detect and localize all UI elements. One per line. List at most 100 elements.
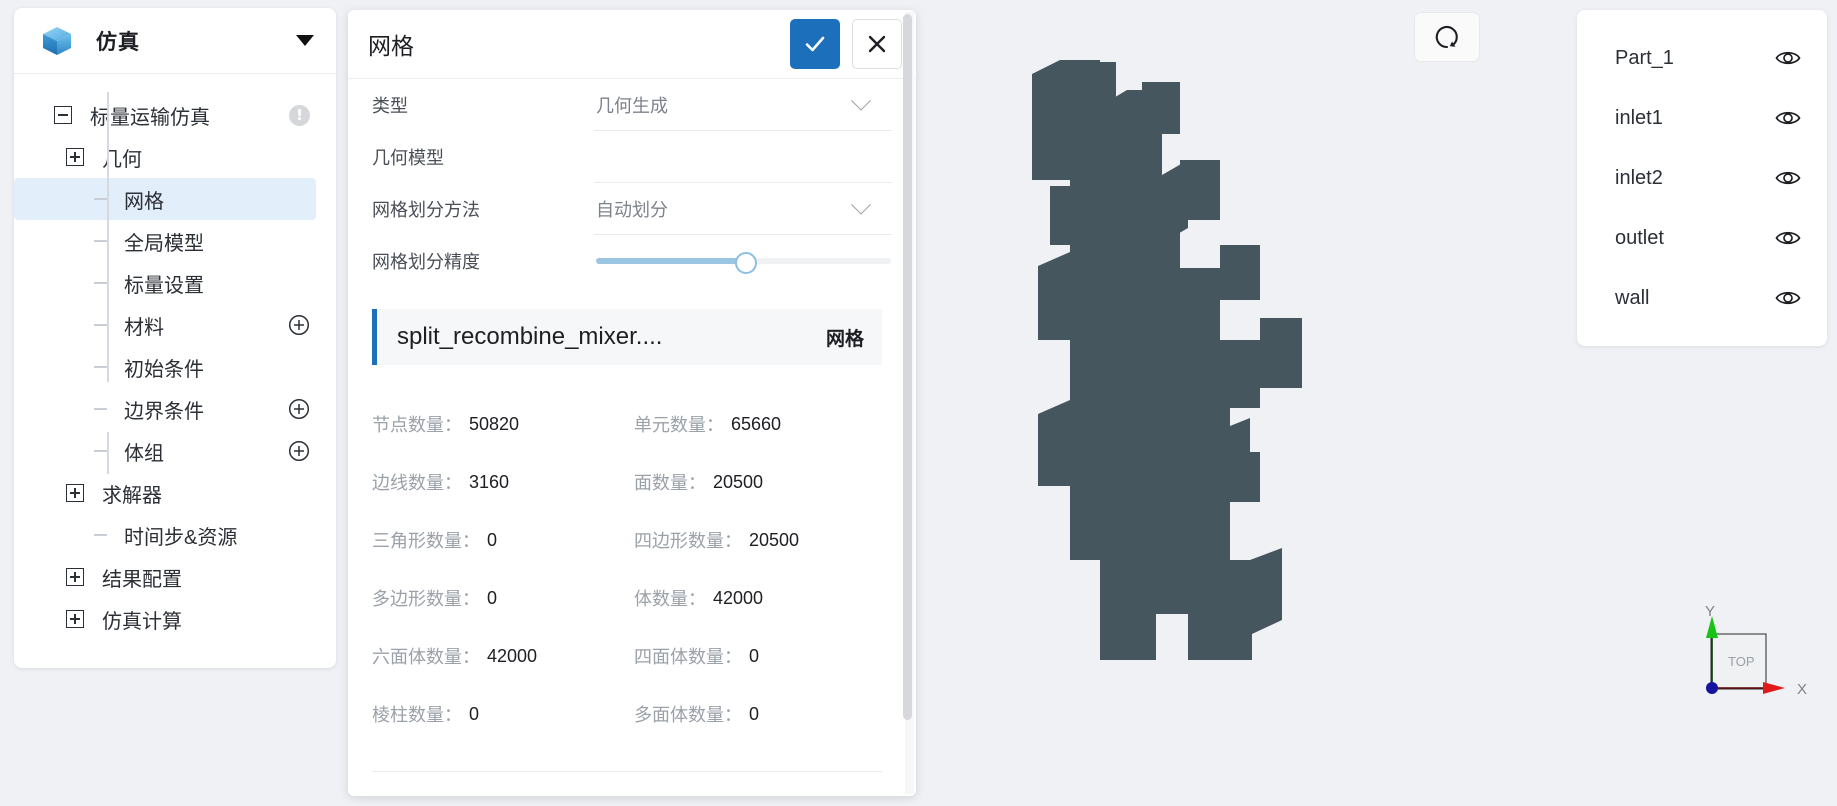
tree-branch-tick: [94, 198, 107, 200]
warning-badge-icon: !: [289, 104, 310, 126]
axis-triad[interactable]: TOP Y X: [1673, 594, 1823, 744]
add-icon[interactable]: [288, 440, 310, 462]
tree-connector-line: [107, 432, 109, 474]
chevron-down-icon[interactable]: [851, 194, 871, 215]
eye-icon[interactable]: [1775, 108, 1801, 128]
stat-value: 42000: [487, 645, 538, 666]
stat-cell-7: 体数量： 42000: [634, 569, 882, 627]
stat-value: 0: [469, 703, 480, 724]
stat-cell-0: 节点数量： 50820: [372, 395, 634, 453]
tree-item-label: 初始条件: [124, 358, 204, 381]
tree-item-4[interactable]: 标量设置: [14, 262, 336, 304]
caret-down-icon[interactable]: [296, 35, 314, 46]
tree-branch-tick: [94, 408, 107, 410]
eye-icon[interactable]: [1775, 168, 1801, 188]
part-row-inlet1[interactable]: inlet1: [1577, 88, 1827, 148]
dialog-header: 网格: [348, 10, 916, 79]
mesh-file-card[interactable]: split_recombine_mixer.... 网格: [372, 309, 882, 365]
stat-value: 20500: [713, 471, 764, 492]
tree-item-5[interactable]: 材料: [14, 304, 336, 346]
part-row-Part_1[interactable]: Part_1: [1577, 28, 1827, 88]
mesh-precision-slider[interactable]: [594, 235, 892, 287]
tree-item-11[interactable]: 结果配置: [14, 556, 336, 598]
app-root: 仿真 标量运输仿真! 几何 网格 全局模型 标量设置 材料 初始条件 边界条件 体组 求解器 时间步…: [0, 0, 1837, 806]
axis-face-label-top: TOP: [1728, 654, 1755, 669]
eye-icon[interactable]: [1775, 48, 1801, 68]
tree-branch-tick: [94, 324, 107, 326]
close-icon: [868, 35, 886, 53]
eye-icon[interactable]: [1775, 288, 1801, 308]
cancel-button[interactable]: [852, 19, 902, 69]
stat-label: 四边形数量：: [634, 531, 742, 551]
add-icon[interactable]: [288, 398, 310, 420]
tree-item-10[interactable]: 时间步&资源: [14, 514, 336, 556]
tree-item-3[interactable]: 全局模型: [14, 220, 336, 262]
tree-branch-tick: [94, 450, 107, 452]
tree-item-label: 全局模型: [124, 232, 204, 255]
stat-cell-6: 多边形数量： 0: [372, 569, 634, 627]
form-field-value: 自动划分: [596, 199, 668, 220]
3d-viewport[interactable]: Part_1 inlet1 inlet2 outlet wall TOP Y X: [930, 0, 1837, 806]
tree-item-9[interactable]: 求解器: [14, 472, 336, 514]
form-label: 几何模型: [372, 148, 444, 168]
part-row-outlet[interactable]: outlet: [1577, 208, 1827, 268]
slider-track[interactable]: [596, 252, 891, 274]
tree-item-7[interactable]: 边界条件: [14, 388, 336, 430]
form-field-0[interactable]: 几何生成: [594, 79, 892, 131]
chevron-down-icon[interactable]: [851, 90, 871, 111]
form-label: 网格划分方法: [372, 200, 480, 220]
part-row-inlet2[interactable]: inlet2: [1577, 148, 1827, 208]
form-row-1: 几何模型: [362, 131, 892, 183]
tree-item-label: 材料: [124, 316, 164, 339]
confirm-button[interactable]: [790, 19, 840, 69]
mesh-precision-label: 网格划分精度: [372, 252, 480, 272]
part-row-wall[interactable]: wall: [1577, 268, 1827, 328]
cube-icon: [43, 26, 71, 55]
tree-item-12[interactable]: 仿真计算: [14, 598, 336, 640]
expand-toggle-icon[interactable]: [66, 568, 84, 586]
slider-handle[interactable]: [734, 252, 757, 274]
tree-item-label: 仿真计算: [102, 610, 182, 633]
stat-label: 边线数量：: [372, 473, 462, 493]
form-field-1[interactable]: [594, 131, 892, 183]
app-title: 仿真: [96, 30, 140, 54]
stat-label: 多面体数量：: [634, 705, 742, 725]
parts-panel: Part_1 inlet1 inlet2 outlet wall: [1577, 10, 1827, 346]
stat-label: 棱柱数量：: [372, 705, 462, 725]
dialog-scrollbar-thumb[interactable]: [903, 14, 912, 720]
tree-item-6[interactable]: 初始条件: [14, 346, 336, 388]
tree-connector-line: [107, 92, 109, 382]
expand-toggle-icon[interactable]: [66, 148, 84, 166]
stat-label: 三角形数量：: [372, 531, 480, 551]
stat-label: 四面体数量：: [634, 647, 742, 667]
reset-view-button[interactable]: [1414, 12, 1480, 62]
stat-label: 节点数量：: [372, 415, 462, 435]
tree-item-label: 结果配置: [102, 568, 182, 591]
eye-icon[interactable]: [1775, 228, 1801, 248]
part-name: wall: [1615, 286, 1650, 309]
stat-cell-8: 六面体数量： 42000: [372, 627, 634, 685]
dialog-scrollbar[interactable]: [903, 12, 914, 794]
form-label: 类型: [372, 96, 408, 116]
expand-toggle-icon[interactable]: [66, 610, 84, 628]
tree-branch-tick: [94, 282, 107, 284]
stat-label: 六面体数量：: [372, 647, 480, 667]
tree-item-2[interactable]: 网格: [14, 178, 316, 220]
add-icon[interactable]: [288, 314, 310, 336]
tree-item-1[interactable]: 几何: [14, 136, 336, 178]
stat-cell-2: 边线数量： 3160: [372, 453, 634, 511]
tree-item-0[interactable]: 标量运输仿真!: [14, 94, 336, 136]
stat-cell-3: 面数量： 20500: [634, 453, 882, 511]
stat-value: 0: [749, 645, 760, 666]
axis-label-x: X: [1797, 681, 1807, 698]
form-field-2[interactable]: 自动划分: [594, 183, 892, 235]
collapse-toggle-icon[interactable]: [54, 106, 72, 124]
expand-toggle-icon[interactable]: [66, 484, 84, 502]
mesh-form: 类型 几何生成几何模型网格划分方法 自动划分: [362, 79, 892, 235]
stat-value: 3160: [469, 471, 510, 492]
tree-branch-tick: [94, 366, 107, 368]
slider-fill: [596, 258, 744, 264]
tree-item-label: 标量设置: [124, 274, 204, 297]
tree-item-8[interactable]: 体组: [14, 430, 336, 472]
stat-cell-4: 三角形数量： 0: [372, 511, 634, 569]
